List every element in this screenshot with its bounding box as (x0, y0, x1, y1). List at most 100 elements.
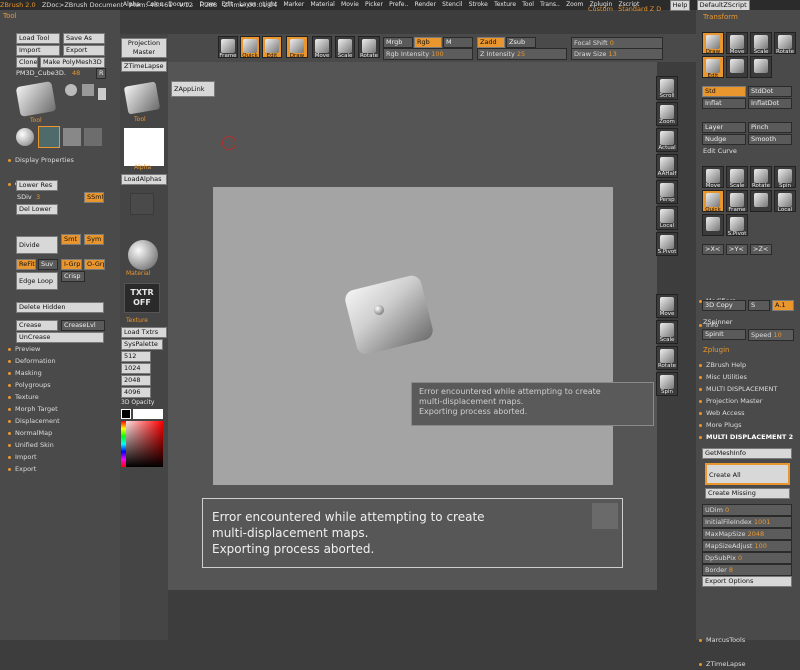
load-txtrs-button[interactable]: Load Txtrs (121, 327, 167, 338)
lower-res-button[interactable]: Lower Res (16, 180, 58, 191)
layer-button[interactable]: Layer (702, 122, 746, 133)
menu-zoom[interactable]: Zoom (566, 1, 583, 8)
ogrp-toggle[interactable]: O-Grp (84, 259, 105, 270)
suv-toggle[interactable]: Suv (38, 259, 58, 270)
canvas-move-button[interactable]: Move (656, 294, 678, 318)
t-persp-button[interactable] (702, 214, 724, 236)
scroll-button[interactable]: Scroll (656, 76, 678, 100)
material-label[interactable]: Material (126, 270, 150, 277)
menu-draw[interactable]: Draw (200, 1, 216, 8)
snapshot-button[interactable] (726, 56, 748, 78)
tool-thumb-2[interactable] (82, 84, 94, 96)
opacity-label[interactable]: 3D Opacity (121, 399, 154, 406)
dpsubpix-slider[interactable]: DpSubPix 0 (702, 552, 792, 564)
tool-thumb-4[interactable] (63, 128, 81, 146)
spivot-button[interactable]: S.Pivot (656, 232, 678, 256)
t-cube-button[interactable] (750, 190, 772, 212)
t-spivot-button[interactable]: S.Pivot (726, 214, 748, 237)
menu-document[interactable]: Docum.. (168, 1, 193, 8)
menu-alpha[interactable]: Alpha (123, 1, 140, 8)
frame-button[interactable]: Frame (218, 36, 238, 59)
zbrush-help-item[interactable]: ZBrush Help (697, 359, 793, 371)
more-plugs-item[interactable]: More Plugs (697, 419, 793, 431)
shelf-tool-label[interactable]: Tool (134, 116, 146, 123)
import-item[interactable]: Import (6, 451, 60, 463)
mrgb-toggle[interactable]: Mrgb (383, 37, 413, 48)
move-button[interactable]: Move (312, 36, 332, 59)
texture-item[interactable]: Texture (6, 391, 60, 403)
igrp-toggle[interactable]: I-Grp (61, 259, 82, 270)
transform-move-button[interactable]: Move (726, 32, 748, 55)
quick-button[interactable]: Quick (240, 36, 260, 59)
menu-picker[interactable]: Picker (365, 1, 383, 8)
hue-strip[interactable] (121, 421, 126, 467)
nudge-button[interactable]: Nudge (702, 134, 746, 145)
inflat-button[interactable]: Inflat (702, 98, 746, 109)
a1-button[interactable]: A.1 (772, 300, 794, 311)
error-dialog[interactable]: Error encountered while attempting to cr… (202, 498, 623, 568)
misc-utilities-item[interactable]: Misc Utilities (697, 371, 793, 383)
secondary-color-swatch[interactable] (121, 409, 131, 419)
menu-preferences[interactable]: Prefe.. (389, 1, 408, 8)
tool-thumb-1[interactable] (65, 84, 77, 96)
edge-loop-button[interactable]: Edge Loop (16, 272, 58, 290)
export-button[interactable]: Export (63, 45, 105, 56)
transform-palette-title[interactable]: Transform (703, 13, 738, 21)
udim-slider[interactable]: UDim 0 (702, 504, 792, 516)
pinch-button[interactable]: Pinch (748, 122, 792, 133)
make-polymesh-button[interactable]: Make PolyMesh3D (40, 57, 105, 68)
menu-layer[interactable]: Layer (239, 1, 256, 8)
texture-label[interactable]: Texture (126, 317, 148, 324)
unified-skin-item[interactable]: Unified Skin (6, 439, 60, 451)
sdiv-value[interactable]: 3 (36, 193, 40, 201)
create-all-button[interactable]: Create All (705, 463, 790, 485)
size-512-button[interactable]: 512 (121, 351, 151, 362)
create-missing-button[interactable]: Create Missing (705, 488, 790, 499)
menu-marker[interactable]: Marker (283, 1, 304, 8)
getmeshinfo-button[interactable]: GetMeshInfo (702, 448, 792, 459)
delete-hidden-button[interactable]: Delete Hidden (16, 302, 104, 313)
edit-button[interactable]: Edit (262, 36, 282, 59)
t-scale-button[interactable]: Scale (726, 166, 748, 189)
clone-button[interactable]: Clone (16, 57, 38, 68)
del-lower-button[interactable]: Del Lower (16, 204, 58, 215)
load-alphas-button[interactable]: LoadAlphas (121, 174, 167, 185)
marcustools-item[interactable]: MarcusTools (697, 634, 800, 646)
draw-button[interactable]: Draw (286, 36, 308, 59)
t-rotate-button[interactable]: Rotate (750, 166, 772, 189)
polygroups-item[interactable]: Polygroups (6, 379, 60, 391)
sym-x-button[interactable]: >X< (702, 244, 724, 255)
aahalf-button[interactable]: AAHalf (656, 154, 678, 178)
creaselvl-slider[interactable]: CreaseLvl (61, 320, 105, 331)
menu-color[interactable]: Color (146, 1, 162, 8)
save-as-button[interactable]: Save As (63, 33, 105, 44)
t-quick-button[interactable]: Quick (702, 190, 724, 213)
material-sphere-thumb[interactable] (128, 240, 158, 270)
persp-button[interactable]: Persp (656, 180, 678, 204)
menu-stroke[interactable]: Stroke (469, 1, 488, 8)
preview-item[interactable]: Preview (6, 343, 60, 355)
t-move-button[interactable]: Move (702, 166, 724, 189)
initial-file-index-slider[interactable]: InitialFileIndex 1001 (702, 516, 792, 528)
t-spin-button[interactable]: Spin (774, 166, 796, 189)
tool-label[interactable]: Tool (30, 117, 42, 124)
transform-edit-button[interactable]: Edit (702, 56, 724, 79)
menu-stencil[interactable]: Stencil (442, 1, 462, 8)
stddot-button[interactable]: StdDot (748, 86, 792, 97)
load-tool-button[interactable]: Load Tool (16, 33, 60, 44)
inflatdot-button[interactable]: InflatDot (748, 98, 792, 109)
actual-button[interactable]: Actual (656, 128, 678, 152)
ztimelapse-item[interactable]: ZTimeLapse (697, 658, 800, 670)
multi-displacement-item[interactable]: MULTI DISPLACEMENT (697, 383, 793, 395)
z-intensity-slider[interactable]: Z Intensity 25 (477, 48, 567, 60)
local-button[interactable]: Local (656, 206, 678, 230)
spin-button[interactable]: Spin (656, 372, 678, 396)
scale-button[interactable]: Scale (335, 36, 355, 59)
zadd-toggle[interactable]: Zadd (477, 37, 505, 48)
uncrease-button[interactable]: UnCrease (16, 332, 104, 343)
masking-item[interactable]: Masking (6, 367, 60, 379)
draw-size-slider[interactable]: Draw Size 13 (571, 48, 663, 60)
canvas-rotate-button[interactable]: Rotate (656, 346, 678, 370)
sphere-tool-thumb[interactable] (16, 128, 34, 146)
stroke-thumb[interactable] (130, 193, 154, 215)
